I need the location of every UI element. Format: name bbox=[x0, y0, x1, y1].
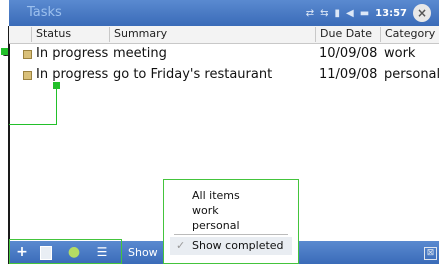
priority-icon bbox=[23, 71, 32, 80]
annotation-marker bbox=[1, 48, 8, 55]
row-category: personal bbox=[384, 67, 439, 82]
row-status: In progress bbox=[36, 46, 109, 61]
title-bar: Tasks ⇄ ⇆ ▮ ◀ ▬ 13:57 × bbox=[9, 0, 439, 26]
table-row[interactable]: 1 In progress meeting 10/09/08 work bbox=[2, 44, 439, 64]
table-row[interactable]: In progress go to Friday's restaurant 11… bbox=[9, 65, 439, 85]
show-completed-label: Show completed bbox=[192, 239, 284, 252]
filter-popup-menu: All items work personal ✓ Show completed bbox=[163, 179, 299, 264]
toolbar-highlight bbox=[9, 239, 122, 264]
column-header-due-date[interactable]: Due Date bbox=[315, 27, 372, 42]
window-title: Tasks bbox=[27, 5, 62, 20]
sound-icon[interactable]: ◀ bbox=[346, 8, 354, 19]
resize-icon[interactable]: ⊠ bbox=[424, 247, 437, 260]
usb-icon[interactable]: ⇆ bbox=[320, 8, 328, 19]
signal-icon[interactable]: ▮ bbox=[334, 8, 340, 19]
row-category: work bbox=[384, 46, 416, 61]
network-icon[interactable]: ⇄ bbox=[306, 8, 314, 19]
menu-item-work[interactable]: work bbox=[192, 204, 219, 217]
row-due-date: 10/09/08 bbox=[319, 46, 378, 61]
priority-icon bbox=[23, 50, 32, 59]
menu-item-all-items[interactable]: All items bbox=[192, 189, 240, 202]
column-header-status[interactable]: Status bbox=[31, 27, 71, 42]
battery-icon[interactable]: ▬ bbox=[360, 8, 369, 19]
row-summary: go to Friday's restaurant bbox=[113, 67, 273, 82]
row-status: In progress bbox=[36, 67, 109, 82]
close-button[interactable]: × bbox=[413, 4, 431, 22]
menu-separator bbox=[174, 234, 288, 235]
menu-item-personal[interactable]: personal bbox=[192, 219, 240, 232]
row-summary: meeting bbox=[113, 46, 167, 61]
row-due-date: 11/09/08 bbox=[319, 67, 378, 82]
clock[interactable]: 13:57 bbox=[375, 8, 407, 19]
status-tray: ⇄ ⇆ ▮ ◀ ▬ 13:57 × bbox=[306, 3, 431, 23]
column-header-summary[interactable]: Summary bbox=[109, 27, 320, 42]
check-icon: ✓ bbox=[176, 239, 186, 252]
annotation-line bbox=[56, 85, 57, 124]
column-header-category[interactable]: Category bbox=[380, 27, 435, 42]
table-header: Status Summary Due Date Category bbox=[9, 26, 439, 44]
show-label[interactable]: Show bbox=[128, 246, 158, 259]
annotation-line bbox=[9, 124, 57, 125]
